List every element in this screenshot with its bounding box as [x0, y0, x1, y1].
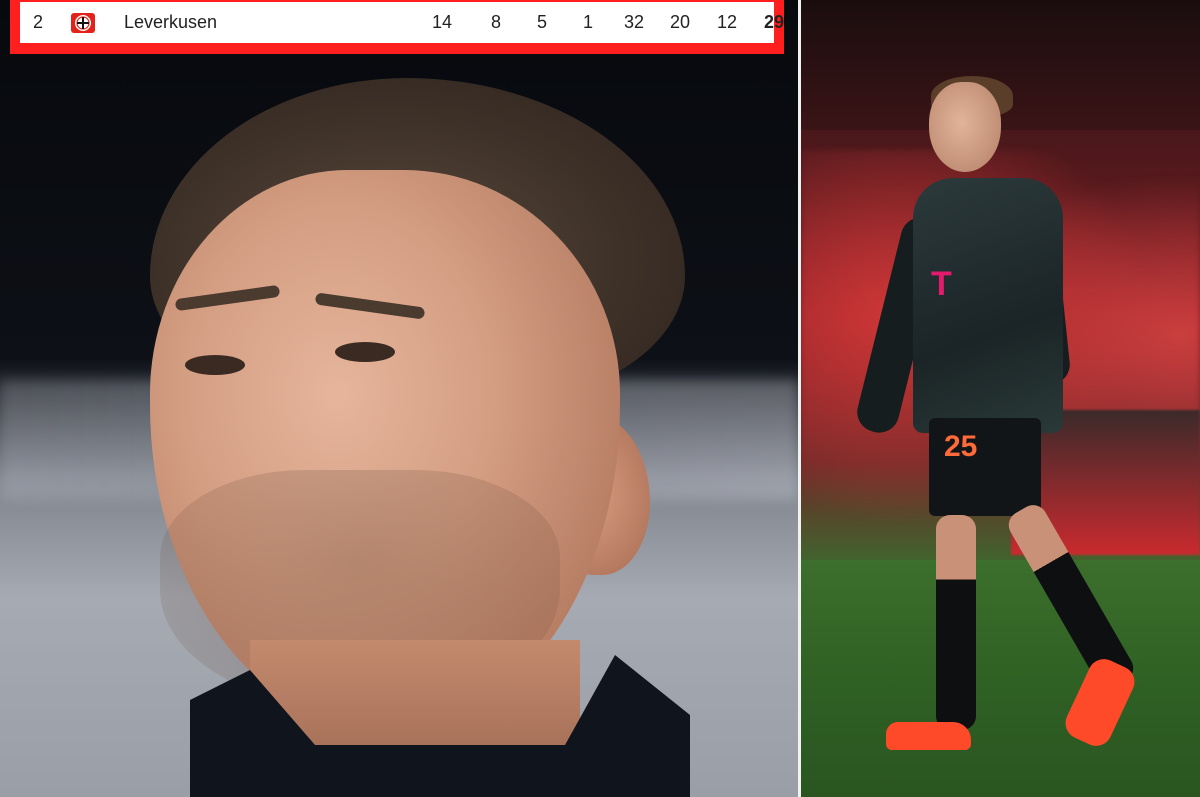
standings-banner: 2 Leverkusen 14 8 5 1 32 20 12 29 [10, 0, 784, 54]
draws-value: 5 [536, 12, 547, 32]
player-jersey [913, 178, 1063, 433]
leverkusen-crest-icon [71, 13, 95, 33]
wins-value: 8 [490, 12, 501, 32]
player-head [929, 82, 1001, 172]
goals-for-value: 32 [623, 12, 644, 32]
played-value: 14 [431, 12, 452, 32]
sponsor-logo: T [931, 265, 952, 303]
goals-against-value: 20 [669, 12, 690, 32]
coach-eye-left [185, 355, 245, 375]
rank-value: 2 [33, 12, 44, 32]
points-value: 29 [763, 12, 784, 32]
coach-photo [0, 0, 798, 797]
pitch [801, 560, 1200, 797]
coach-eye-right [335, 342, 395, 362]
team-name: Leverkusen [124, 12, 218, 32]
shirt-number: 25 [944, 430, 978, 463]
standings-row: 2 Leverkusen 14 8 5 1 32 20 12 29 [20, 2, 784, 43]
losses-value: 1 [582, 12, 593, 32]
player-left-boot [886, 722, 971, 750]
player-left-leg [936, 515, 976, 730]
player-photo: T 25 [801, 0, 1200, 797]
goal-difference-value: 12 [716, 12, 737, 32]
